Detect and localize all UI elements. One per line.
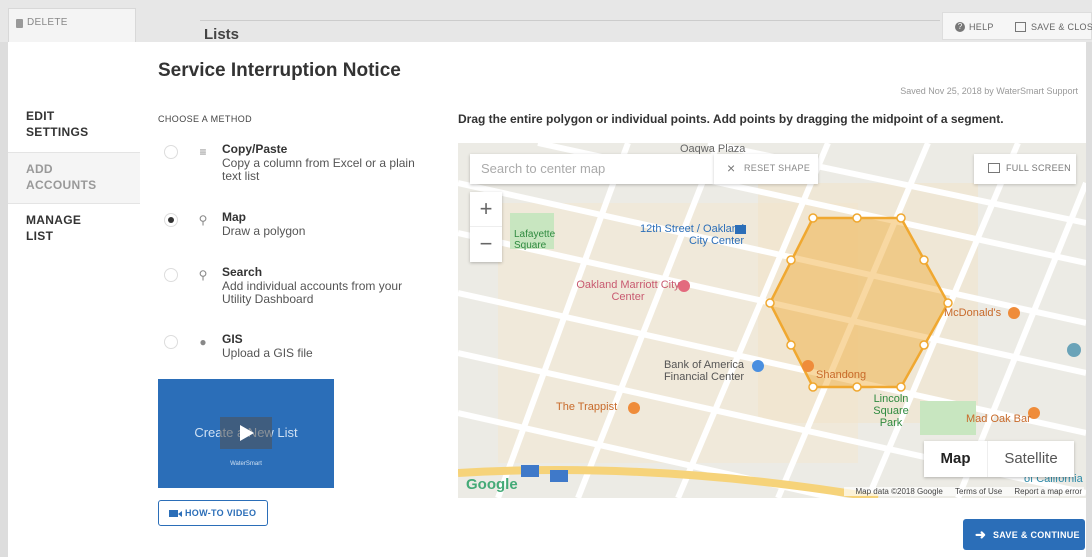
radio-gis[interactable] — [164, 335, 178, 349]
method-map[interactable]: ⚲ Map Draw a polygon — [158, 210, 418, 244]
method-search[interactable]: ⚲ Search Add individual accounts from yo… — [158, 265, 418, 309]
method-title: GIS — [222, 332, 243, 346]
nav-label: EDIT SETTINGS — [26, 109, 89, 139]
map-label: Bank of America Financial Center — [663, 359, 745, 383]
map-attribution: Map data ©2018 Google Terms of Use Repor… — [843, 487, 1084, 496]
watersmart-logo: WaterSmart — [230, 461, 262, 467]
method-title: Search — [222, 265, 263, 279]
nav-edit-settings[interactable]: EDIT SETTINGS — [8, 100, 140, 152]
save-continue-button[interactable]: ➜ SAVE & CONTINUE — [963, 519, 1085, 550]
saved-status: Saved Nov 25, 2018 by WaterSmart Support — [900, 86, 1078, 96]
side-nav: EDIT SETTINGS ADD ACCOUNTS MANAGE LIST — [8, 100, 140, 256]
report-link[interactable]: Report a map error — [1014, 487, 1082, 496]
delete-button[interactable]: DELETE — [8, 8, 136, 44]
method-title: Map — [222, 210, 246, 224]
save-continue-label: SAVE & CONTINUE — [993, 530, 1080, 540]
map-label: Lincoln Square Park — [873, 393, 909, 429]
save-close-button[interactable]: SAVE & CLOS — [1031, 22, 1092, 32]
map-type-satellite[interactable]: Satellite — [988, 441, 1074, 477]
modal: EDIT SETTINGS ADD ACCOUNTS MANAGE LIST S… — [8, 42, 1086, 557]
radio-copy-paste[interactable] — [164, 145, 178, 159]
list-icon: ≡ — [199, 145, 207, 159]
background-right — [1086, 42, 1092, 557]
method-desc: Draw a polygon — [222, 224, 306, 238]
map-person-icon: ⚲ — [198, 213, 208, 227]
map[interactable]: Oaqwa Plaza Lafayette Square 12th Street… — [458, 143, 1086, 498]
divider — [200, 20, 940, 21]
map-type-map[interactable]: Map — [924, 441, 988, 477]
video-camera-icon — [169, 510, 182, 517]
map-instructions: Drag the entire polygon or individual po… — [458, 112, 1004, 126]
map-label: 12th Street / Oakland City Center — [640, 223, 744, 247]
method-desc: Copy a column from Excel or a plain text… — [222, 156, 415, 183]
full-screen-label: FULL SCREEN — [1006, 163, 1071, 173]
radio-map[interactable] — [164, 213, 178, 227]
zoom-control: + − — [470, 192, 502, 262]
method-desc: Upload a GIS file — [222, 346, 313, 360]
map-label: Oakland Marriott City Center — [576, 279, 680, 303]
method-copy-paste[interactable]: ≡ Copy/Paste Copy a column from Excel or… — [158, 142, 418, 183]
map-label: Lafayette Square — [514, 229, 556, 251]
method-desc: Add individual accounts from your Utilit… — [222, 279, 403, 306]
nav-label: ADD ACCOUNTS — [26, 162, 97, 192]
how-to-video-button[interactable]: HOW-TO VIDEO — [158, 500, 268, 526]
zoom-in-button[interactable]: + — [470, 192, 502, 227]
nav-manage-list[interactable]: MANAGE LIST — [8, 204, 140, 256]
choose-method-label: CHOOSE A METHOD — [158, 114, 253, 124]
map-label: McDonald's — [944, 307, 1002, 319]
map-label: Shandong — [816, 369, 867, 381]
fullscreen-icon — [988, 163, 1000, 173]
video-thumbnail[interactable]: Create a New List WaterSmart — [158, 379, 334, 488]
save-icon — [1015, 22, 1026, 32]
close-icon: × — [727, 160, 736, 176]
nav-label: MANAGE LIST — [26, 213, 82, 243]
method-gis[interactable]: ● GIS Upload a GIS file — [158, 332, 418, 366]
how-to-label: HOW-TO VIDEO — [185, 508, 257, 518]
help-icon: ? — [955, 22, 965, 32]
search-icon: ⚲ — [198, 268, 208, 282]
trash-icon — [16, 19, 23, 28]
delete-label: DELETE — [27, 17, 68, 28]
app-header — [0, 0, 1092, 42]
background-left — [0, 42, 8, 557]
map-type-control: Map Satellite — [924, 441, 1074, 477]
reset-label: RESET SHAPE — [744, 163, 811, 173]
map-label: Mad Oak Bar — [966, 413, 1031, 425]
play-icon[interactable] — [220, 417, 272, 449]
terms-link[interactable]: Terms of Use — [955, 487, 1002, 496]
map-label: The Trappist — [556, 401, 618, 413]
attribution-text: Map data ©2018 Google — [855, 487, 943, 496]
modal-title: Service Interruption Notice — [158, 60, 401, 81]
location-pin-icon: ● — [199, 335, 207, 349]
arrow-right-icon: ➜ — [975, 527, 987, 542]
zoom-out-button[interactable]: − — [470, 227, 502, 262]
radio-search[interactable] — [164, 268, 178, 282]
reset-shape-button[interactable]: × RESET SHAPE — [714, 154, 818, 184]
help-button[interactable]: HELP — [969, 22, 994, 32]
full-screen-button[interactable]: FULL SCREEN — [974, 154, 1076, 184]
map-search-input[interactable]: Search to center map — [470, 154, 714, 184]
google-logo: Google — [466, 476, 518, 493]
nav-add-accounts[interactable]: ADD ACCOUNTS — [8, 152, 140, 204]
header-actions: ? HELP SAVE & CLOS — [942, 12, 1092, 40]
method-title: Copy/Paste — [222, 142, 288, 156]
page-title: Lists — [204, 26, 240, 43]
